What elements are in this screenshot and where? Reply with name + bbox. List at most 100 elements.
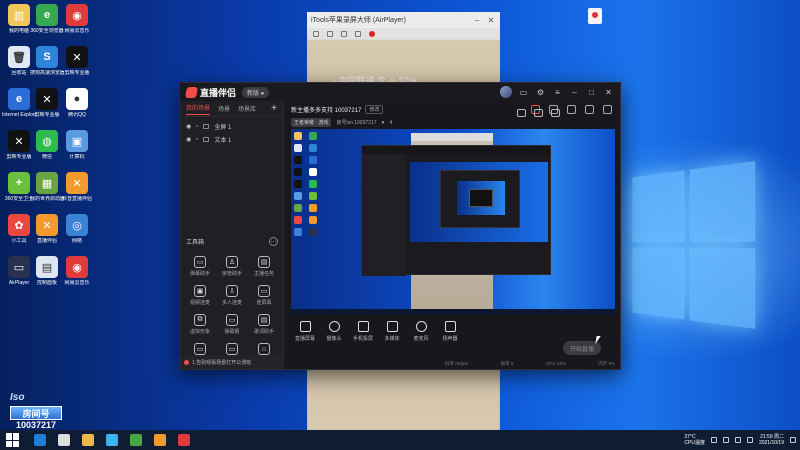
desktop-icon[interactable]: ▦ 我的世界启动器 — [30, 172, 64, 202]
maximize-icon[interactable]: □ — [586, 87, 597, 98]
desktop-icon[interactable]: ✕ 直播伴侣 — [30, 214, 64, 244]
taskbar-app-icon[interactable] — [106, 434, 118, 446]
tool-icon: ♙ — [226, 256, 238, 268]
lock-icon[interactable]: ▫ — [196, 137, 198, 143]
notification-icon[interactable] — [790, 437, 796, 443]
control-button[interactable]: 直播屏幕 — [291, 321, 319, 342]
desktop-icon[interactable]: ◎ 网络 — [60, 214, 94, 244]
left-panel: 我的场景 场景 场景库 + ◉ ▫ 全屏 1 ◉ ▫ 文本 1 工具箱 ··· — [180, 101, 284, 369]
taskbar-app-icon[interactable] — [154, 434, 166, 446]
notice-bar[interactable]: 1.告别观看场景打开公测班 — [180, 355, 284, 369]
desktop-icon[interactable]: ✕ 剪映专业版 — [30, 88, 64, 118]
preview-desktop-icons — [294, 132, 324, 236]
edit-title-button[interactable]: 修改 — [365, 105, 384, 114]
desktop-icon-label: 腾讯QQ — [68, 112, 86, 118]
control-button[interactable]: 摄像头 — [320, 321, 348, 342]
rotate-icon[interactable] — [341, 31, 347, 37]
record-icon[interactable] — [369, 31, 375, 37]
share-icon[interactable] — [603, 105, 612, 114]
bell-icon[interactable] — [585, 105, 594, 114]
desktop-icon[interactable]: ▣ 计算机 — [60, 130, 94, 160]
taskbar-app-icon[interactable] — [130, 434, 142, 446]
message-icon[interactable]: ▭ — [518, 87, 529, 98]
network-icon[interactable] — [722, 437, 729, 443]
taskbar-app-icon[interactable] — [178, 434, 190, 446]
desktop-icon[interactable]: ◍ 微信 — [30, 130, 64, 160]
camera-icon[interactable] — [327, 31, 333, 37]
chevron-up-icon[interactable] — [710, 437, 717, 443]
toolbox-item[interactable]: ▣ 视频连麦 — [184, 285, 216, 306]
taskbar-app-icon[interactable] — [58, 434, 70, 446]
desktop-icon[interactable]: ✕ 抖音直播伴侣 — [60, 172, 94, 202]
desktop-icon[interactable]: ● 腾讯QQ — [60, 88, 94, 118]
video-icon[interactable] — [517, 109, 526, 117]
toolbox-item[interactable]: ⇩ 多人连麦 — [216, 285, 248, 306]
weather-widget[interactable]: 37°C CPU温度 — [684, 434, 705, 446]
minimize-icon[interactable]: – — [569, 87, 580, 98]
menu-icon[interactable]: ≡ — [552, 87, 563, 98]
gear-icon[interactable] — [551, 109, 560, 117]
tab-scene-library[interactable]: 场景库 — [238, 104, 256, 113]
control-icon — [415, 321, 427, 332]
desktop-icon[interactable]: ◉ 网易云音乐 — [60, 256, 94, 286]
scene-item[interactable]: ◉ ▫ 全屏 1 — [180, 120, 283, 133]
airplayer-titlebar[interactable]: iTools苹果录屏大师 (AirPlayer) – ✕ — [307, 12, 500, 28]
toolbox-item[interactable]: ⧉ 虚拟形象 — [184, 314, 216, 335]
minimize-icon[interactable]: – — [472, 16, 482, 25]
control-button[interactable]: 麦克风 — [407, 321, 435, 342]
live-preview[interactable] — [291, 129, 615, 315]
control-button[interactable]: 多媒体 — [378, 321, 406, 342]
settings-icon[interactable]: ⚙ — [535, 87, 546, 98]
start-button[interactable] — [6, 433, 20, 447]
logo-mark-icon — [185, 86, 198, 98]
room-meta: 房号isn 10037217 — [336, 120, 377, 126]
control-label: 直播屏幕 — [294, 336, 315, 342]
desktop-icon-label: 网络 — [71, 238, 82, 244]
clipboard-icon[interactable] — [567, 105, 576, 114]
clock[interactable]: 21:59 周二 2021/10/19 — [759, 434, 784, 446]
scene-label: 全屏 1 — [214, 125, 232, 131]
live-companion-window[interactable]: 直播伴侣 新版 ● ▭ ⚙ ≡ – □ ✕ 我的场景 场景 场景库 + ◉ ▫ … — [179, 82, 621, 370]
taskbar-app-icon[interactable] — [82, 434, 94, 446]
tool-icon: ⌂ — [258, 343, 270, 355]
desktop-icon[interactable]: ◉ 网易云音乐 — [60, 4, 94, 34]
desktop-icon[interactable]: ▤ 控制面板 — [30, 256, 64, 286]
lock-icon[interactable]: ▫ — [196, 124, 198, 130]
toolbox-item[interactable]: ▤ 歌词助手 — [248, 314, 280, 335]
link-icon[interactable] — [534, 109, 543, 117]
toolbox-item[interactable]: ▭ 弹幕助手 — [184, 256, 216, 277]
avatar[interactable] — [500, 86, 512, 98]
control-icon — [444, 321, 456, 332]
close-icon[interactable]: ✕ — [486, 16, 496, 25]
ime-icon[interactable] — [746, 437, 753, 443]
eye-icon[interactable]: ◉ — [186, 136, 191, 143]
volume-icon[interactable] — [734, 437, 741, 443]
desktop-icon[interactable]: ✕ 剪映专业版 — [60, 46, 94, 76]
crop-icon[interactable] — [313, 31, 319, 37]
app-icon: ✕ — [8, 130, 30, 152]
toolbox-item[interactable]: ▭ 弹幕姬 — [216, 314, 248, 335]
control-button[interactable]: 扬声器 — [436, 321, 464, 342]
eye-icon[interactable]: ◉ — [186, 123, 191, 130]
category-selector[interactable]: 王者荣耀 · 游戏 — [291, 118, 332, 127]
control-button[interactable]: 手机投屏 — [349, 321, 377, 342]
toolbox-item[interactable]: ♙ 房管助手 — [216, 256, 248, 277]
toolbox-item[interactable]: ▭ 连屏幕 — [248, 285, 280, 306]
fullscreen-icon[interactable] — [355, 31, 361, 37]
shirt-icon[interactable] — [588, 8, 602, 24]
taskbar-app-icon[interactable] — [34, 434, 46, 446]
app-titlebar[interactable]: 直播伴侣 新版 ● ▭ ⚙ ≡ – □ ✕ — [180, 83, 620, 101]
version-pill[interactable]: 新版 ● — [242, 86, 270, 98]
app-icon: S — [36, 46, 58, 68]
desktop-icon[interactable]: e 360安全浏览器 — [30, 4, 64, 34]
scene-item[interactable]: ◉ ▫ 文本 1 — [180, 133, 283, 146]
desktop-icon[interactable]: S 搜狗高速浏览器 — [30, 46, 64, 76]
close-icon[interactable]: ✕ — [603, 87, 614, 98]
desktop-icon-label: 网易云音乐 — [64, 280, 90, 286]
toolbox-item[interactable]: ▤ 主播任务 — [248, 256, 280, 277]
add-scene-button[interactable]: + — [271, 103, 277, 114]
tab-my-scenes[interactable]: 我的场景 — [186, 103, 211, 115]
more-icon[interactable]: ··· — [269, 237, 278, 246]
tab-scenes[interactable]: 场景 — [218, 104, 230, 113]
desktop-icon-label: 抖音直播伴侣 — [61, 196, 92, 202]
